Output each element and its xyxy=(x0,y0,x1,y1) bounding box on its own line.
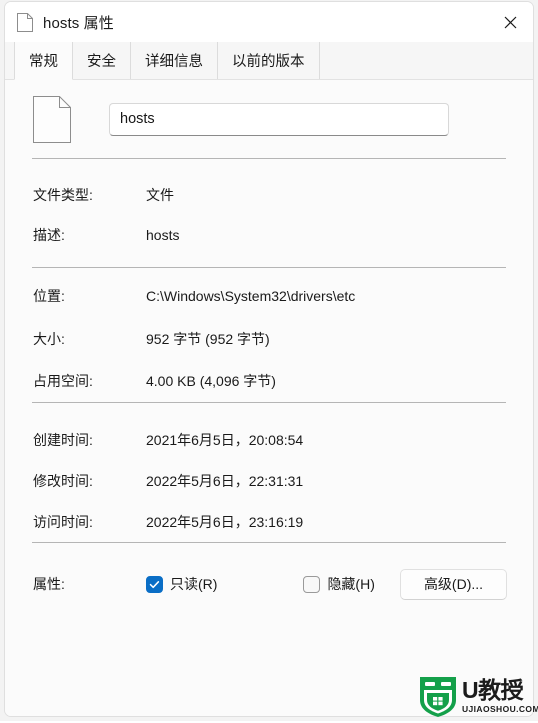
attributes-row: 属性: 只读(R) 隐藏(H) 高级(D)... xyxy=(5,567,533,601)
accessed-label: 访问时间: xyxy=(33,514,93,530)
modified-label: 修改时间: xyxy=(33,473,93,489)
row-created: 创建时间: 2021年6月5日，20:08:54 xyxy=(5,430,533,450)
readonly-checkbox[interactable]: 只读(R) xyxy=(146,574,217,594)
readonly-label: 只读(R) xyxy=(170,576,218,592)
row-size-on-disk: 占用空间: 4.00 KB (4,096 字节) xyxy=(5,371,533,391)
modified-value: 2022年5月6日，22:31:31 xyxy=(146,473,304,489)
row-file-type: 文件类型: 文件 xyxy=(5,185,533,205)
size-value: 952 字节 (952 字节) xyxy=(146,331,270,347)
size-on-disk-value: 4.00 KB (4,096 字节) xyxy=(146,373,276,389)
hidden-checkbox[interactable]: 隐藏(H) xyxy=(303,574,375,594)
file-type-label: 文件类型: xyxy=(33,187,93,203)
location-value: C:\Windows\System32\drivers\etc xyxy=(146,288,356,304)
size-on-disk-label: 占用空间: xyxy=(33,373,93,389)
file-name-input[interactable]: hosts xyxy=(109,102,449,136)
tab-previous-versions[interactable]: 以前的版本 xyxy=(218,42,320,79)
created-value: 2021年6月5日，20:08:54 xyxy=(146,432,304,448)
document-icon xyxy=(33,95,71,143)
tab-details[interactable]: 详细信息 xyxy=(131,42,218,79)
hidden-label: 隐藏(H) xyxy=(327,576,375,592)
checkbox-checked-icon xyxy=(146,575,163,593)
description-label: 描述: xyxy=(33,227,65,243)
separator-4 xyxy=(32,542,506,543)
checkbox-unchecked-icon xyxy=(303,575,321,593)
general-tab-panel: hosts 文件类型: 文件 描述: hosts 位置: C:\Windows\… xyxy=(5,80,533,716)
row-modified: 修改时间: 2022年5月6日，22:31:31 xyxy=(5,471,533,491)
separator-1 xyxy=(32,158,506,159)
watermark-domain: UJIAOSHOU.COM xyxy=(462,703,538,714)
watermark-logo: U教授 UJIAOSHOU.COM xyxy=(418,673,538,719)
file-header: hosts xyxy=(5,80,533,158)
row-location: 位置: C:\Windows\System32\drivers\etc xyxy=(5,286,533,306)
row-description: 描述: hosts xyxy=(5,225,533,245)
watermark-brand: U教授 xyxy=(462,676,524,703)
properties-dialog: hosts 属性 常规 安全 详细信息 以前的版本 hosts 文件类型: 文件… xyxy=(0,0,538,721)
file-name-value: hosts xyxy=(120,111,155,127)
location-label: 位置: xyxy=(33,288,65,304)
file-type-value: 文件 xyxy=(146,187,174,203)
window-title: hosts 属性 xyxy=(43,14,114,32)
created-label: 创建时间: xyxy=(33,432,93,448)
row-accessed: 访问时间: 2022年5月6日，23:16:19 xyxy=(5,512,533,532)
attributes-label: 属性: xyxy=(33,576,65,592)
window-frame: hosts 属性 常规 安全 详细信息 以前的版本 hosts 文件类型: 文件… xyxy=(4,1,534,717)
close-button[interactable] xyxy=(487,2,533,42)
tab-general[interactable]: 常规 xyxy=(14,42,73,80)
advanced-button[interactable]: 高级(D)... xyxy=(400,568,507,600)
document-icon xyxy=(17,12,33,32)
accessed-value: 2022年5月6日，23:16:19 xyxy=(146,514,304,530)
title-bar: hosts 属性 xyxy=(5,2,533,42)
separator-3 xyxy=(32,402,506,403)
row-size: 大小: 952 字节 (952 字节) xyxy=(5,329,533,349)
size-label: 大小: xyxy=(33,331,65,347)
tab-strip: 常规 安全 详细信息 以前的版本 xyxy=(5,42,533,80)
tab-security[interactable]: 安全 xyxy=(73,42,131,79)
description-value: hosts xyxy=(146,227,180,243)
shield-windows-icon xyxy=(418,674,458,718)
separator-2 xyxy=(32,267,506,268)
watermark-text: U教授 UJIAOSHOU.COM xyxy=(462,676,538,714)
